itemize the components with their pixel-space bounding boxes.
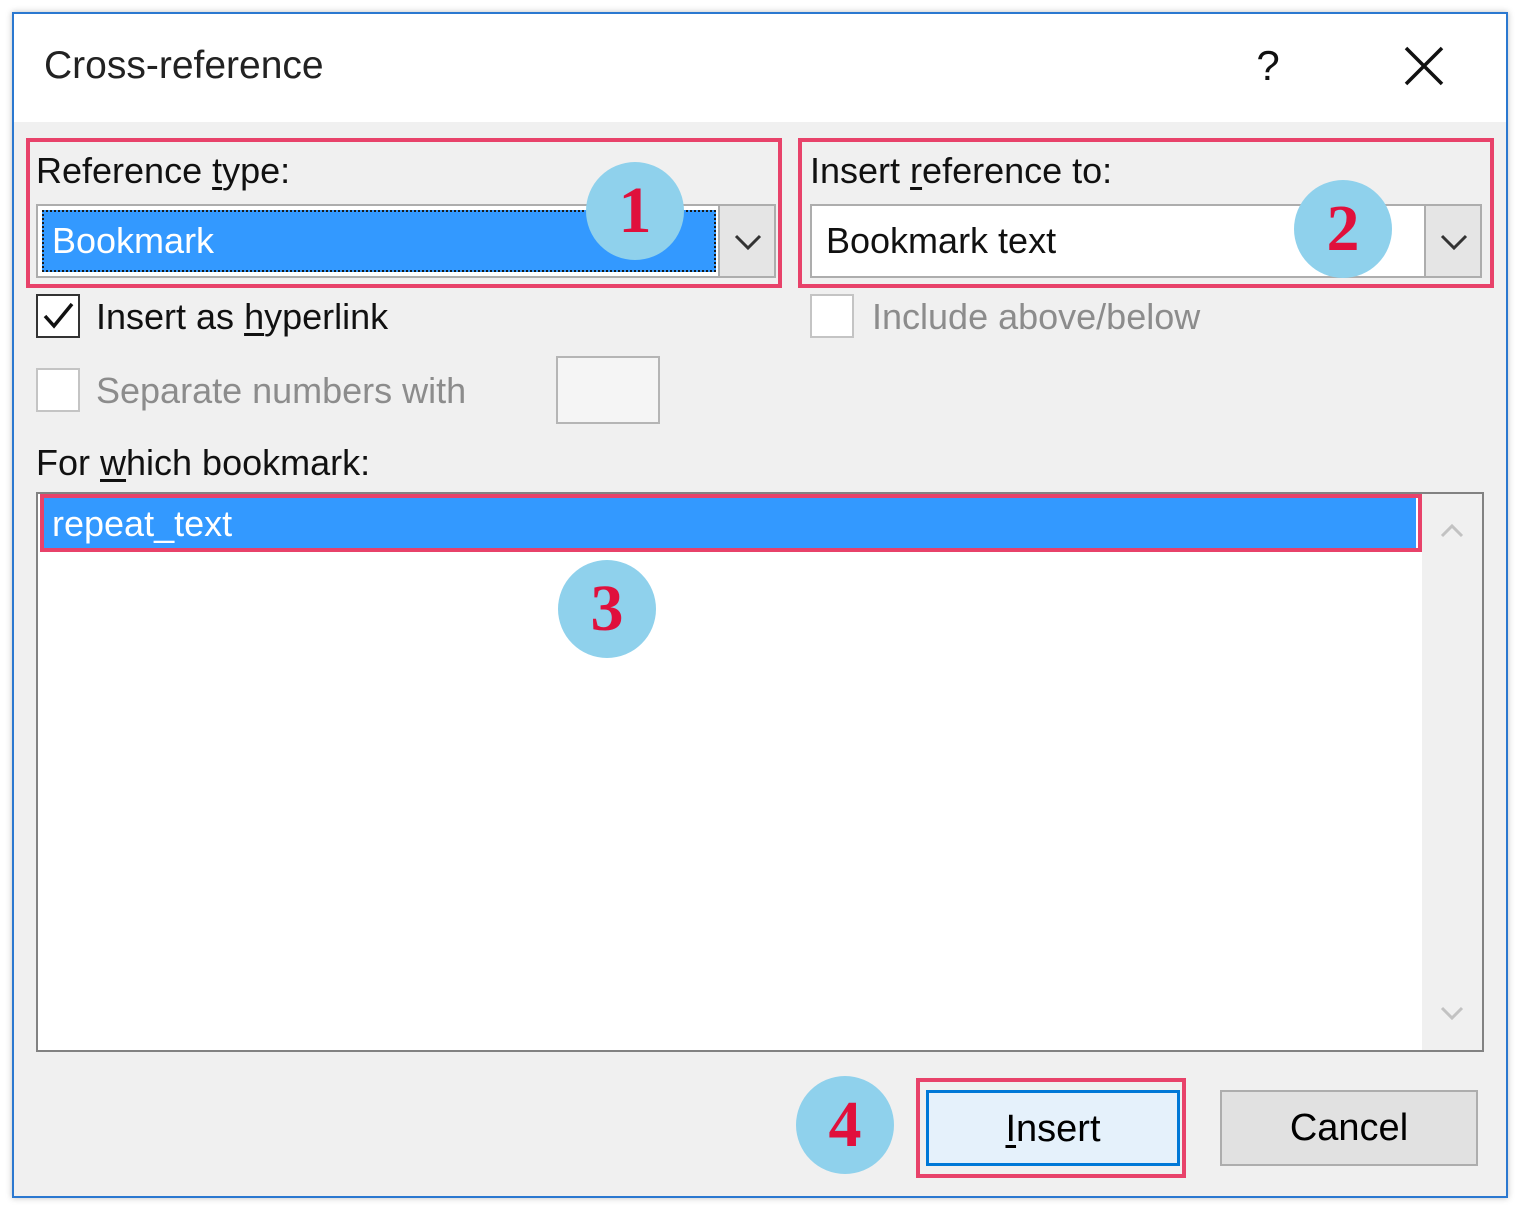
step-marker-3: 3 — [558, 560, 656, 658]
insert-button[interactable]: Insert — [926, 1090, 1180, 1166]
insert-as-hyperlink-checkbox[interactable] — [36, 294, 80, 338]
separate-numbers-checkbox[interactable] — [36, 368, 80, 412]
chevron-down-icon — [734, 234, 762, 251]
access-key: I — [1005, 1108, 1017, 1150]
step-marker-2: 2 — [1294, 180, 1392, 278]
insert-reference-to-label: Insert reference to: — [810, 150, 1112, 192]
button-label: nsert — [1016, 1108, 1101, 1150]
label-part: yperlink — [264, 296, 389, 337]
reference-type-label: Reference type: — [36, 150, 290, 192]
access-key: w — [100, 442, 127, 483]
include-above-below-label: Include above/below — [872, 296, 1201, 337]
step-marker-1: 1 — [586, 162, 684, 260]
vertical-scrollbar[interactable] — [1422, 494, 1482, 1050]
step-marker-4: 4 — [796, 1076, 894, 1174]
access-key: t — [212, 150, 223, 191]
dialog-title: Cross-reference — [44, 44, 324, 87]
separator-input[interactable] — [556, 356, 660, 424]
label-part: Reference — [36, 150, 213, 191]
chevron-down-icon — [1440, 1006, 1464, 1021]
label-part: ype: — [222, 150, 291, 191]
scroll-down-button[interactable] — [1422, 984, 1482, 1044]
include-above-below-checkbox[interactable] — [810, 294, 854, 338]
bookmark-list-label: For which bookmark: — [36, 442, 370, 484]
access-key: r — [910, 150, 923, 191]
reference-type-dropdown-button[interactable] — [718, 206, 774, 276]
chevron-down-icon — [1440, 234, 1468, 251]
insert-reference-to-dropdown-button[interactable] — [1424, 206, 1480, 276]
label-part: For — [36, 442, 101, 483]
label-part: hich bookmark: — [126, 442, 371, 483]
chevron-up-icon — [1440, 523, 1464, 538]
insert-as-hyperlink-label: Insert as hyperlink — [96, 296, 388, 338]
label-part: eference to: — [922, 150, 1113, 191]
cancel-button[interactable]: Cancel — [1220, 1090, 1478, 1166]
close-icon — [1404, 46, 1444, 86]
separate-numbers-label: Separate numbers with — [96, 370, 467, 411]
label-part: Insert — [810, 150, 911, 191]
bookmark-listbox[interactable]: repeat_text — [36, 492, 1484, 1052]
label-part: Insert as — [96, 296, 245, 337]
checkmark-icon — [43, 302, 74, 329]
access-key: h — [244, 296, 265, 337]
title-bar: Cross-reference ? — [14, 14, 1506, 122]
scroll-up-button[interactable] — [1422, 500, 1482, 560]
close-button[interactable] — [1394, 36, 1454, 96]
cross-reference-dialog: Cross-reference ? Reference type: Bookma… — [12, 12, 1508, 1198]
list-item[interactable]: repeat_text — [42, 498, 1416, 550]
help-button[interactable]: ? — [1244, 40, 1292, 92]
